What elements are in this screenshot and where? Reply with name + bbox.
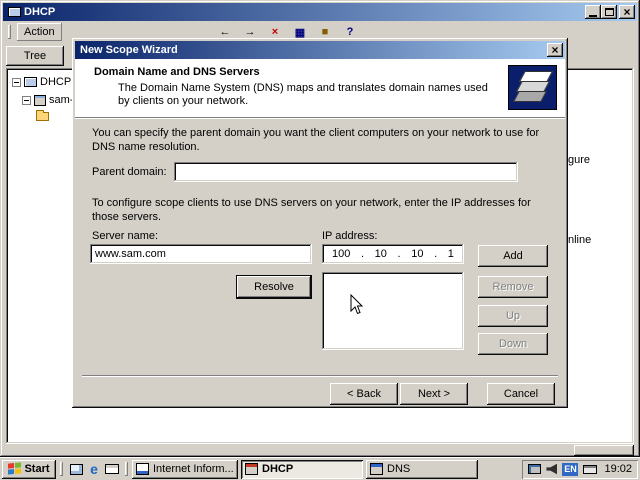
task-label: DNS	[387, 463, 411, 475]
task-button-dns[interactable]: DNS	[366, 459, 478, 479]
console-titlebar[interactable]: DHCP ×	[3, 3, 637, 21]
clock: 19:02	[604, 463, 632, 475]
windows-flag-icon	[8, 462, 22, 475]
add-button[interactable]: Add	[478, 245, 548, 267]
folder-icon	[36, 110, 49, 121]
result-pane-text-fragment: nline	[568, 234, 592, 246]
header-divider	[75, 117, 565, 119]
tree-item-server[interactable]: sam-	[22, 94, 73, 106]
tree-item-scope-folder[interactable]	[36, 110, 49, 121]
ip-address-input[interactable]: 100 . 10 . 10 . 1	[322, 244, 464, 264]
maximize-button[interactable]	[601, 5, 617, 19]
close-icon: ×	[551, 43, 559, 57]
start-button[interactable]: Start	[2, 459, 56, 479]
tree-expand-icon[interactable]	[12, 77, 21, 87]
menu-action[interactable]: Action	[17, 23, 62, 41]
show-desktop-icon[interactable]	[67, 460, 85, 478]
wizard-header-title: Domain Name and DNS Servers	[94, 66, 260, 78]
back-button[interactable]: < Back	[330, 383, 398, 405]
ip-address-label: IP address:	[322, 230, 378, 242]
console-root-icon	[24, 77, 37, 87]
parent-domain-label: Parent domain:	[92, 166, 167, 178]
wizard-graphic-folders	[508, 65, 557, 110]
down-button[interactable]: Down	[478, 333, 548, 355]
wizard-intro-text: You can specify the parent domain you wa…	[92, 127, 540, 153]
ip-octet-4[interactable]: 1	[448, 248, 454, 260]
ip-dot: .	[434, 248, 438, 260]
tree-root-label: DHCP	[40, 76, 72, 88]
ip-dot: .	[360, 248, 365, 260]
mail-envelope-icon	[105, 464, 119, 474]
footer-divider	[82, 375, 558, 377]
ip-octet-2[interactable]: 10	[375, 248, 387, 260]
minimize-icon	[589, 15, 597, 17]
maximize-icon	[604, 8, 614, 16]
dhcp-icon	[245, 463, 258, 475]
server-icon	[34, 94, 46, 106]
folder-shape	[513, 91, 547, 102]
wizard-titlebar[interactable]: New Scope Wizard ×	[75, 41, 565, 59]
new-scope-wizard-dialog: New Scope Wizard × Domain Name and DNS S…	[72, 38, 568, 408]
task-label: DHCP	[262, 463, 294, 475]
start-label: Start	[24, 463, 50, 475]
wizard-close-button[interactable]: ×	[547, 43, 563, 57]
desktop: DHCP × Action ← → × ▦ ■ ? Tree DHCP sam-…	[0, 0, 640, 480]
iis-icon	[136, 463, 149, 475]
quicklaunch-grip[interactable]	[60, 462, 63, 476]
language-indicator[interactable]: EN	[562, 462, 579, 476]
cancel-button[interactable]: Cancel	[487, 383, 555, 405]
desktop-sheet-icon	[69, 463, 83, 475]
dns-icon	[370, 463, 383, 475]
keyboard-tray-icon[interactable]	[583, 464, 598, 474]
scrollbar-thumb[interactable]	[574, 445, 634, 456]
wizard-title: New Scope Wizard	[80, 44, 178, 56]
outlook-icon[interactable]	[103, 460, 121, 478]
remove-button[interactable]: Remove	[478, 276, 548, 298]
wizard-header: Domain Name and DNS Servers The Domain N…	[75, 59, 565, 117]
system-tray: EN 19:02	[522, 460, 638, 479]
result-pane-text-fragment: gure	[568, 154, 591, 166]
mouse-cursor	[350, 294, 364, 315]
internet-explorer-icon[interactable]: e	[85, 460, 103, 478]
tasks-grip[interactable]	[125, 462, 128, 476]
resolve-button[interactable]: Resolve	[237, 276, 311, 298]
toolbar-grip[interactable]	[8, 25, 11, 39]
wizard-header-subtitle: The Domain Name System (DNS) maps and tr…	[118, 82, 488, 107]
parent-domain-input[interactable]	[174, 162, 518, 182]
tree-expand-icon[interactable]	[22, 95, 31, 105]
tree-server-label: sam-	[49, 94, 74, 106]
close-icon: ×	[623, 5, 631, 19]
network-tray-icon[interactable]	[528, 464, 542, 474]
ip-dot: .	[397, 248, 401, 260]
task-label: Internet Inform...	[153, 463, 234, 475]
task-button-iis[interactable]: Internet Inform...	[132, 459, 238, 479]
dns-server-listbox[interactable]	[322, 272, 464, 350]
server-name-label: Server name:	[92, 230, 159, 242]
minimize-button[interactable]	[585, 5, 601, 19]
volume-tray-icon[interactable]	[546, 463, 558, 475]
task-button-dhcp[interactable]: DHCP	[241, 459, 363, 479]
tree-item-dhcp-root[interactable]: DHCP	[12, 76, 71, 88]
dhcp-app-icon	[8, 7, 21, 17]
console-title: DHCP	[24, 6, 56, 18]
next-button[interactable]: Next >	[400, 383, 468, 405]
up-button[interactable]: Up	[478, 305, 548, 327]
dns-instructions-text: To configure scope clients to use DNS se…	[92, 197, 531, 223]
tab-tree[interactable]: Tree	[6, 46, 64, 66]
taskbar: Start e Internet Inform... DHCP DNS EN 1…	[0, 457, 640, 480]
ip-octet-1[interactable]: 100	[332, 248, 350, 260]
ip-octet-3[interactable]: 10	[411, 248, 423, 260]
server-name-input[interactable]	[90, 244, 312, 264]
close-button[interactable]: ×	[619, 5, 635, 19]
